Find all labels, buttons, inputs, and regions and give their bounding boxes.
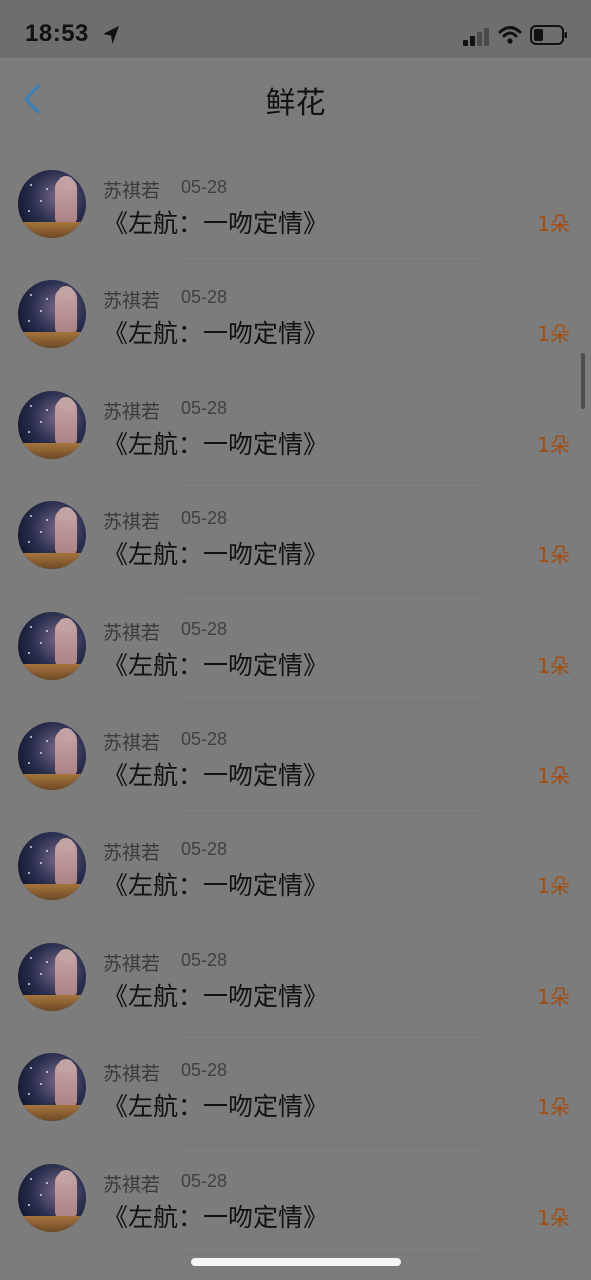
flower-count: 1朵 [537, 1205, 570, 1230]
author-name: 苏祺若 [103, 511, 161, 534]
book-title[interactable]: 《左航：一吻定情》 [103, 204, 328, 240]
avatar[interactable] [18, 170, 86, 238]
flower-count: 1朵 [537, 543, 570, 568]
author-name: 苏祺若 [103, 952, 161, 975]
status-time: 18:53 [25, 20, 89, 47]
avatar[interactable] [18, 1053, 86, 1122]
post-date: 05-28 [181, 949, 228, 970]
battery-icon [530, 25, 567, 45]
post-date: 05-28 [181, 508, 228, 529]
avatar[interactable] [18, 942, 86, 1011]
post-date: 05-28 [181, 177, 228, 197]
book-title[interactable]: 《左航：一吻定情》 [103, 425, 328, 461]
list-item[interactable]: 苏祺若 05-28 《左航：一吻定情》 1朵 [0, 907, 591, 1035]
book-title[interactable]: 《左航：一吻定情》 [103, 1087, 328, 1123]
author-name: 苏祺若 [103, 1063, 161, 1086]
book-title[interactable]: 《左航：一吻定情》 [103, 535, 328, 571]
list-item[interactable]: 苏祺若 05-28 《左航：一吻定情》 1朵 [0, 1128, 591, 1256]
author-name: 苏祺若 [103, 180, 161, 202]
post-date: 05-28 [181, 1170, 228, 1191]
avatar[interactable] [18, 722, 86, 790]
avatar[interactable] [18, 1163, 86, 1232]
author-name: 苏祺若 [103, 1173, 161, 1196]
wifi-icon [498, 26, 522, 44]
flower-list[interactable]: 苏祺若 05-28 《左航：一吻定情》 1朵 苏祺若 05-28 《左航：一吻定… [0, 134, 591, 1280]
flower-count: 1朵 [537, 1095, 570, 1120]
book-title[interactable]: 《左航：一吻定情》 [103, 756, 328, 792]
author-name: 苏祺若 [103, 400, 161, 423]
flower-count: 1朵 [537, 874, 570, 899]
page-title: 鲜花 [265, 86, 326, 121]
navigation-bar: 鲜花 [0, 58, 591, 134]
cellular-signal-icon [463, 28, 489, 46]
flower-count: 1朵 [537, 212, 570, 236]
post-date: 05-28 [181, 1060, 228, 1081]
post-date: 05-28 [181, 397, 228, 418]
book-title[interactable]: 《左航：一吻定情》 [103, 866, 328, 902]
author-name: 苏祺若 [103, 732, 161, 754]
list-item[interactable]: 苏祺若 05-28 《左航：一吻定情》 1朵 [0, 244, 591, 373]
post-date: 05-28 [181, 287, 228, 308]
flower-count: 1朵 [537, 432, 570, 457]
post-date: 05-28 [181, 839, 228, 860]
list-item[interactable]: 苏祺若 05-28 《左航：一吻定情》 1朵 [0, 796, 591, 925]
flower-count: 1朵 [537, 653, 570, 678]
divider [180, 1254, 480, 1256]
post-date: 05-28 [181, 729, 228, 749]
avatar[interactable] [18, 832, 86, 901]
list-item[interactable]: 苏祺若 05-28 《左航：一吻定情》 1朵 [0, 355, 591, 483]
flower-count: 1朵 [537, 764, 570, 788]
book-title[interactable]: 《左航：一吻定情》 [103, 314, 328, 350]
list-item[interactable]: 苏祺若 05-28 《左航：一吻定情》 1朵 [0, 465, 591, 594]
list-item[interactable]: 苏祺若 05-28 《左航：一吻定情》 1朵 [0, 686, 591, 814]
status-bar: 18:53 [0, 0, 591, 58]
author-name: 苏祺若 [103, 290, 161, 313]
flower-count: 1朵 [537, 322, 570, 347]
location-arrow-icon [103, 26, 119, 44]
list-item[interactable]: 苏祺若 05-28 《左航：一吻定情》 1朵 [0, 134, 591, 262]
scrollbar-thumb[interactable] [581, 353, 585, 409]
author-name: 苏祺若 [103, 842, 161, 865]
book-title[interactable]: 《左航：一吻定情》 [103, 977, 328, 1013]
list-item[interactable]: 苏祺若 05-28 《左航：一吻定情》 1朵 [0, 1017, 591, 1146]
avatar[interactable] [18, 501, 86, 570]
book-title[interactable]: 《左航：一吻定情》 [103, 1198, 328, 1234]
avatar[interactable] [18, 280, 86, 349]
avatar[interactable] [18, 611, 86, 680]
author-name: 苏祺若 [103, 621, 161, 644]
post-date: 05-28 [181, 618, 228, 639]
book-title[interactable]: 《左航：一吻定情》 [103, 646, 328, 682]
flower-count: 1朵 [537, 984, 570, 1009]
avatar[interactable] [18, 390, 86, 459]
home-indicator[interactable] [191, 1258, 401, 1266]
list-item[interactable]: 苏祺若 05-28 《左航：一吻定情》 1朵 [0, 576, 591, 704]
